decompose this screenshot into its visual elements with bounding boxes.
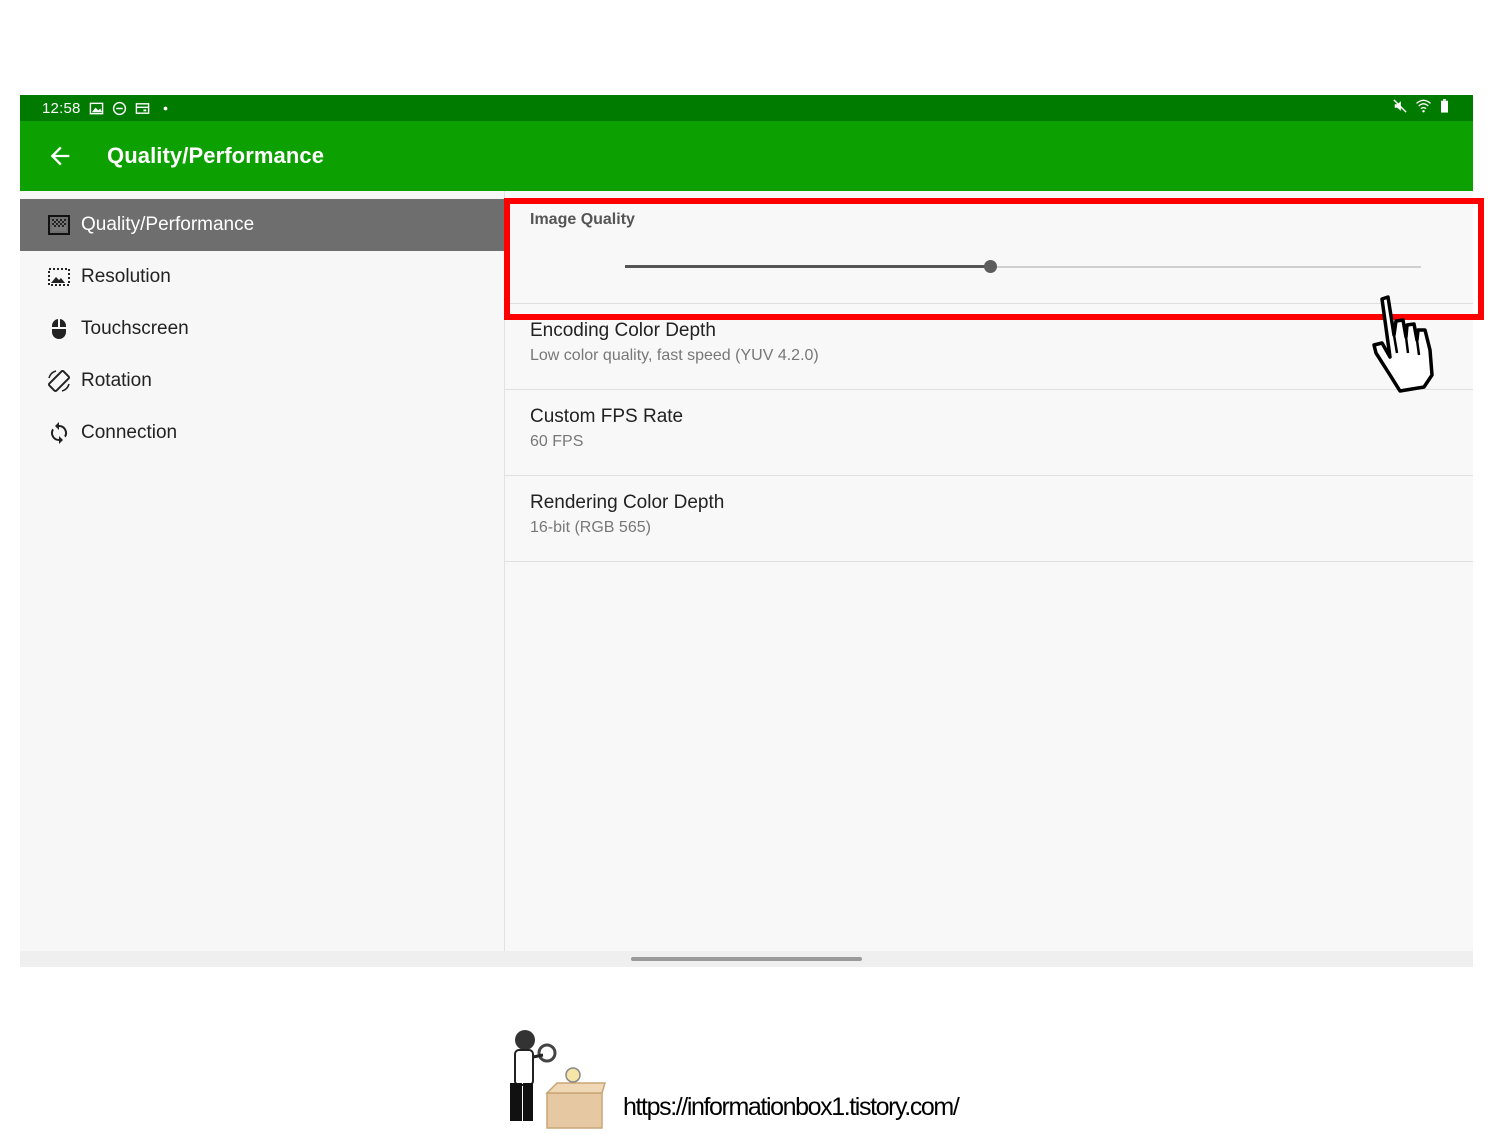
sync-icon — [50, 422, 68, 444]
battery-icon — [1441, 99, 1448, 113]
tablet-screen: 12:58 Quality/Performance Quality/Perfor… — [20, 95, 1473, 967]
hand-pointer-icon — [1372, 295, 1434, 393]
image-quality-preference: Image Quality — [505, 191, 1473, 304]
wallet-icon — [135, 102, 149, 114]
preference-summary: 60 FPS — [530, 433, 584, 450]
home-handle[interactable] — [631, 957, 862, 961]
image-quality-title: Image Quality — [530, 211, 635, 228]
resolution-icon — [48, 268, 70, 286]
status-bar: 12:58 — [20, 95, 1473, 121]
preference-title: Custom FPS Rate — [530, 406, 684, 427]
preferences-pane: Image Quality Encoding Color Depth Low c… — [505, 191, 1473, 951]
preference-summary: Low color quality, fast speed (YUV 4.2.0… — [530, 347, 819, 364]
mouse-icon — [51, 319, 67, 339]
status-time: 12:58 — [42, 99, 81, 117]
sidebar-item-label: Resolution — [81, 266, 171, 287]
mute-icon — [1393, 99, 1407, 113]
wifi-icon — [1416, 99, 1431, 113]
slider-thumb[interactable] — [984, 260, 997, 273]
preference-title: Encoding Color Depth — [530, 320, 716, 341]
page-title: Quality/Performance — [107, 143, 325, 168]
sidebar-item-quality-performance[interactable]: Quality/Performance — [20, 199, 504, 251]
sidebar-item-label: Connection — [81, 422, 178, 443]
arrow-left-icon[interactable] — [46, 142, 74, 170]
sidebar-item-label: Rotation — [81, 370, 152, 391]
sidebar-item-touchscreen[interactable]: Touchscreen — [20, 303, 504, 355]
image-quality-slider[interactable] — [625, 255, 1421, 279]
sidebar-item-connection[interactable]: Connection — [20, 407, 504, 459]
blog-url: https://informationbox1.tistory.com/ — [623, 1093, 960, 1121]
image-icon — [89, 102, 103, 114]
sidebar-item-label: Quality/Performance — [81, 214, 255, 235]
preference-summary: 16-bit (RGB 565) — [530, 519, 651, 536]
blog-logo-illustration — [510, 1030, 607, 1129]
app-bar: Quality/Performance — [20, 121, 1473, 191]
rendering-color-depth-preference[interactable]: Rendering Color Depth 16-bit (RGB 565) — [505, 476, 1473, 562]
settings-sidebar: Quality/Performance Resolution Touchscre… — [20, 191, 504, 951]
quality-icon — [48, 215, 70, 235]
sidebar-item-resolution[interactable]: Resolution — [20, 251, 504, 303]
sidebar-item-label: Touchscreen — [81, 318, 189, 339]
encoding-color-depth-preference[interactable]: Encoding Color Depth Low color quality, … — [505, 304, 1473, 390]
dot-icon — [163, 106, 167, 110]
do-not-disturb-icon — [112, 101, 126, 115]
slider-fill — [625, 265, 991, 268]
sidebar-item-rotation[interactable]: Rotation — [20, 355, 504, 407]
custom-fps-rate-preference[interactable]: Custom FPS Rate 60 FPS — [505, 390, 1473, 476]
gesture-nav-bar — [20, 951, 1473, 967]
preference-title: Rendering Color Depth — [530, 492, 725, 513]
rotation-icon — [48, 370, 70, 392]
